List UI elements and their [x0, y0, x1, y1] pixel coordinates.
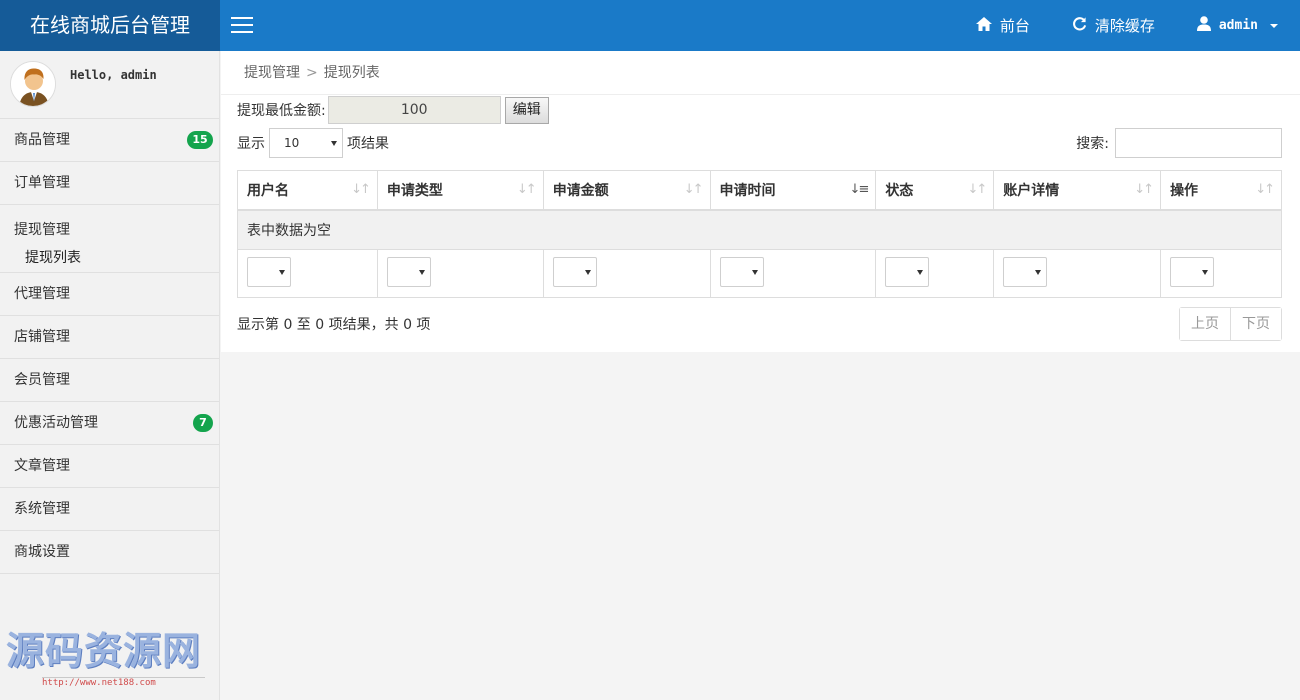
dropdown-arrow-icon: [331, 141, 337, 146]
sidebar-item-withdraw[interactable]: 提现管理 提现列表: [0, 205, 219, 273]
dropdown-arrow-icon: [584, 269, 591, 275]
sidebar-item-shops[interactable]: 店铺管理: [0, 316, 219, 359]
min-amount-label: 提现最低金额:: [237, 103, 326, 119]
sidebar-item-label: 优惠活动管理: [14, 415, 98, 431]
filter-select-username[interactable]: [247, 256, 291, 287]
sidebar-item-label: 商品管理: [14, 132, 70, 148]
breadcrumb: 提现管理 > 提现列表: [221, 51, 1300, 95]
top-nav-right: 前台 清除缓存 admin: [934, 0, 1278, 51]
sidebar-item-system[interactable]: 系统管理: [0, 488, 219, 531]
filter-select-apply-time[interactable]: [719, 256, 764, 287]
column-header-username[interactable]: 用户名 ↓↑: [237, 170, 378, 211]
sidebar-item-promotions[interactable]: 优惠活动管理 7: [0, 402, 219, 445]
page-length-value: 10: [284, 136, 300, 150]
sidebar-item-label: 代理管理: [14, 286, 70, 302]
table-info: 显示第 0 至 0 项结果，共 0 项: [237, 317, 431, 333]
top-navbar: 在线商城后台管理 前台 清除缓存 admin: [0, 0, 1300, 51]
sidebar-item-members[interactable]: 会员管理: [0, 359, 219, 402]
watermark: 源码资源网 http://www.net188.com: [6, 629, 205, 688]
user-icon: [1196, 16, 1211, 35]
sidebar-item-label: 商城设置: [14, 544, 70, 560]
sidebar-item-articles[interactable]: 文章管理: [0, 445, 219, 488]
dropdown-arrow-icon: [751, 269, 758, 275]
next-page-button[interactable]: 下页: [1230, 308, 1281, 340]
filter-select-apply-amount[interactable]: [552, 256, 597, 287]
table-row: 表中数据为空: [237, 209, 1282, 250]
page-length-control: 显示 10 项结果: [237, 128, 389, 158]
sidebar-item-mall-settings[interactable]: 商城设置: [0, 531, 219, 574]
menu-toggle-icon[interactable]: [231, 17, 253, 35]
page-length-select[interactable]: 10: [269, 128, 343, 158]
dropdown-arrow-icon: [917, 269, 924, 275]
filter-select-status[interactable]: [885, 256, 930, 287]
sidebar-item-label: 系统管理: [14, 501, 70, 517]
sort-desc-icon: ↓≡: [849, 182, 870, 197]
caret-down-icon: [1270, 23, 1278, 28]
main-content: 提现管理 > 提现列表 提现最低金额: 100 编辑 显示 10 项结果 搜索: 用…: [221, 51, 1300, 352]
filter-select-account-details[interactable]: [1003, 256, 1048, 287]
search-control: 搜索:: [1076, 128, 1282, 158]
length-prefix: 显示: [237, 136, 265, 152]
watermark-title: 源码资源网: [6, 629, 202, 673]
min-amount-row: 提现最低金额: 100 编辑: [237, 96, 549, 124]
greeting-text: Hello, admin: [70, 68, 157, 82]
dropdown-arrow-icon: [1202, 269, 1209, 275]
sidebar-subitem-withdraw-list[interactable]: 提现列表: [14, 247, 219, 267]
user-name: admin: [1218, 18, 1258, 33]
sort-icon: ↓↑: [516, 182, 537, 197]
length-suffix: 项结果: [347, 136, 389, 152]
sort-icon: ↓↑: [967, 182, 987, 197]
sidebar-item-agents[interactable]: 代理管理: [0, 273, 219, 316]
breadcrumb-current: 提现列表: [323, 65, 380, 81]
withdraw-table: 用户名 ↓↑ 申请类型 ↓↑ 申请金额 ↓↑ 申请时间 ↓≡ 状态 ↓↑ 账户详情 ↓↑ 操…: [237, 170, 1282, 298]
column-header-apply-type[interactable]: 申请类型 ↓↑: [376, 170, 544, 211]
sidebar-item-label: 订单管理: [14, 175, 70, 191]
clear-cache-button[interactable]: 清除缓存: [1072, 15, 1155, 36]
column-header-account-details[interactable]: 账户详情 ↓↑: [993, 170, 1162, 211]
count-badge: 7: [193, 414, 213, 432]
sidebar-item-label: 文章管理: [14, 458, 70, 474]
user-menu[interactable]: admin: [1196, 16, 1278, 35]
avatar: [10, 61, 56, 107]
column-header-apply-time[interactable]: 申请时间 ↓≡: [709, 170, 877, 211]
watermark-url: http://www.net188.com: [42, 677, 205, 688]
filter-select-actions[interactable]: [1170, 256, 1215, 287]
edit-button[interactable]: 编辑: [504, 96, 549, 124]
min-amount-input[interactable]: 100: [327, 96, 501, 124]
filter-select-apply-type[interactable]: [386, 256, 431, 287]
sort-icon: ↓↑: [1255, 182, 1275, 197]
column-header-actions[interactable]: 操作 ↓↑: [1160, 170, 1282, 211]
breadcrumb-parent[interactable]: 提现管理: [244, 65, 300, 81]
frontend-label: 前台: [999, 17, 1030, 35]
sidebar-item-label: 提现管理: [14, 222, 70, 238]
column-header-status[interactable]: 状态 ↓↑: [875, 170, 995, 211]
user-panel: Hello, admin: [0, 51, 219, 119]
column-header-apply-amount[interactable]: 申请金额 ↓↑: [542, 170, 711, 211]
prev-page-button[interactable]: 上页: [1180, 308, 1230, 340]
sidebar-item-products[interactable]: 商品管理 15: [0, 119, 219, 162]
sort-icon: ↓↑: [1134, 182, 1154, 197]
count-badge: 15: [187, 131, 213, 149]
filter-row: [237, 249, 1282, 298]
sidebar-item-label: 店铺管理: [14, 329, 70, 345]
pagination: 上页 下页: [1179, 307, 1282, 341]
sidebar-item-orders[interactable]: 订单管理: [0, 162, 219, 205]
dropdown-arrow-icon: [1035, 269, 1042, 275]
dropdown-arrow-icon: [279, 269, 285, 275]
dropdown-arrow-icon: [418, 269, 425, 275]
chevron-right-icon: >: [306, 65, 318, 81]
search-input[interactable]: [1115, 128, 1282, 158]
sidebar: Hello, admin 商品管理 15 订单管理 提现管理 提现列表 代理管理…: [0, 51, 220, 700]
sort-icon: ↓↑: [351, 182, 371, 197]
sort-icon: ↓↑: [683, 182, 704, 197]
empty-table-message: 表中数据为空: [237, 209, 1282, 250]
brand-title[interactable]: 在线商城后台管理: [0, 0, 220, 51]
clear-cache-label: 清除缓存: [1094, 17, 1155, 35]
frontend-link[interactable]: 前台: [975, 15, 1030, 36]
refresh-icon: [1072, 16, 1087, 35]
sidebar-item-label: 会员管理: [14, 372, 70, 388]
home-icon: [975, 16, 992, 35]
search-label: 搜索:: [1076, 136, 1109, 152]
